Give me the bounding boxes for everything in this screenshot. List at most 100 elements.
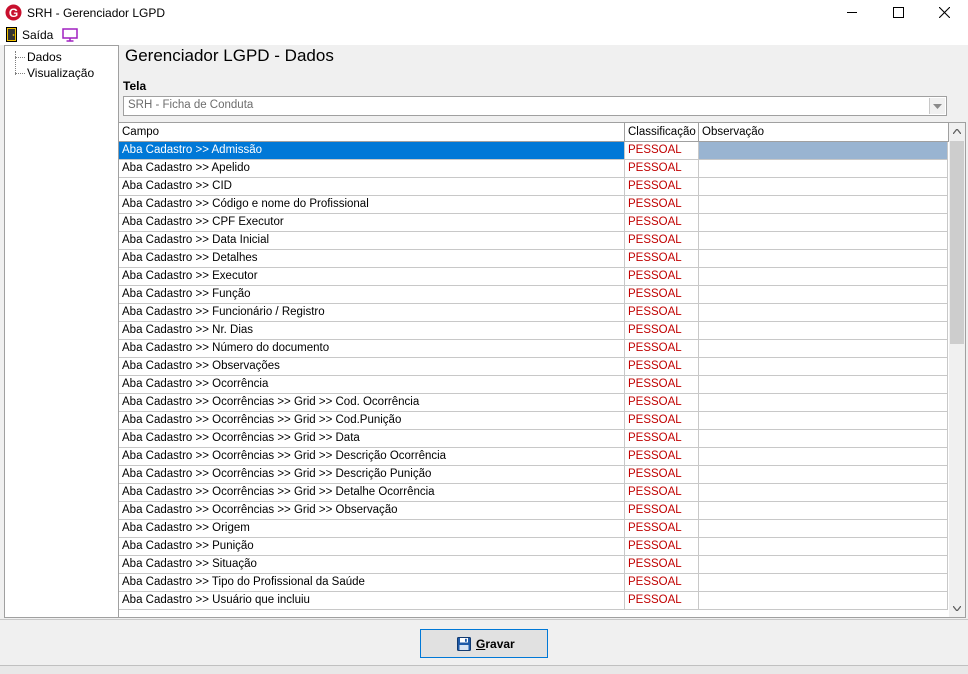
column-header-classificacao[interactable]: Classificação xyxy=(625,123,699,141)
cell-classificacao[interactable]: PESSOAL xyxy=(625,394,699,412)
column-header-observacao[interactable]: Observação xyxy=(699,123,949,141)
cell-classificacao[interactable]: PESSOAL xyxy=(625,322,699,340)
cell-classificacao[interactable]: PESSOAL xyxy=(625,448,699,466)
cell-observacao[interactable] xyxy=(699,520,948,538)
cell-campo[interactable]: Aba Cadastro >> Observações xyxy=(119,358,625,376)
cell-classificacao[interactable]: PESSOAL xyxy=(625,268,699,286)
table-row[interactable]: Aba Cadastro >> Tipo do Profissional da … xyxy=(119,574,949,592)
cell-observacao[interactable] xyxy=(699,412,948,430)
cell-campo[interactable]: Aba Cadastro >> Nr. Dias xyxy=(119,322,625,340)
exit-menu-item[interactable]: Saída xyxy=(22,28,53,42)
table-row[interactable]: Aba Cadastro >> Nr. Dias PESSOAL xyxy=(119,322,949,340)
cell-classificacao[interactable]: PESSOAL xyxy=(625,502,699,520)
cell-campo[interactable]: Aba Cadastro >> Função xyxy=(119,286,625,304)
cell-classificacao[interactable]: PESSOAL xyxy=(625,376,699,394)
cell-campo[interactable]: Aba Cadastro >> Ocorrências >> Grid >> C… xyxy=(119,412,625,430)
cell-campo[interactable]: Aba Cadastro >> Código e nome do Profiss… xyxy=(119,196,625,214)
table-row[interactable]: Aba Cadastro >> Observações PESSOAL xyxy=(119,358,949,376)
table-row[interactable]: Aba Cadastro >> Ocorrências >> Grid >> D… xyxy=(119,484,949,502)
cell-observacao[interactable] xyxy=(699,448,948,466)
table-row[interactable]: Aba Cadastro >> Origem PESSOAL xyxy=(119,520,949,538)
table-row[interactable]: Aba Cadastro >> Código e nome do Profiss… xyxy=(119,196,949,214)
cell-classificacao[interactable]: PESSOAL xyxy=(625,556,699,574)
cell-campo[interactable]: Aba Cadastro >> Ocorrências >> Grid >> D… xyxy=(119,466,625,484)
save-button[interactable]: Gravar xyxy=(420,629,548,658)
cell-classificacao[interactable]: PESSOAL xyxy=(625,340,699,358)
table-row[interactable]: Aba Cadastro >> Ocorrências >> Grid >> D… xyxy=(119,430,949,448)
vertical-scrollbar[interactable] xyxy=(949,123,965,617)
table-row[interactable]: Aba Cadastro >> Ocorrências >> Grid >> C… xyxy=(119,412,949,430)
cell-observacao[interactable] xyxy=(699,574,948,592)
cell-campo[interactable]: Aba Cadastro >> Detalhes xyxy=(119,250,625,268)
table-row[interactable]: Aba Cadastro >> CPF Executor PESSOAL xyxy=(119,214,949,232)
cell-classificacao[interactable]: PESSOAL xyxy=(625,592,699,610)
monitor-icon[interactable] xyxy=(62,28,78,42)
cell-classificacao[interactable]: PESSOAL xyxy=(625,538,699,556)
cell-classificacao[interactable]: PESSOAL xyxy=(625,430,699,448)
data-grid[interactable]: Campo Classificação Observação Aba Cadas… xyxy=(118,122,966,618)
cell-classificacao[interactable]: PESSOAL xyxy=(625,520,699,538)
cell-campo[interactable]: Aba Cadastro >> Ocorrências >> Grid >> D… xyxy=(119,448,625,466)
cell-classificacao[interactable]: PESSOAL xyxy=(625,250,699,268)
scroll-up-button[interactable] xyxy=(949,123,965,140)
tela-select[interactable]: SRH - Ficha de Conduta xyxy=(123,96,947,116)
cell-classificacao[interactable]: PESSOAL xyxy=(625,358,699,376)
cell-observacao[interactable] xyxy=(699,430,948,448)
cell-campo[interactable]: Aba Cadastro >> Punição xyxy=(119,538,625,556)
cell-campo[interactable]: Aba Cadastro >> Apelido xyxy=(119,160,625,178)
cell-observacao[interactable] xyxy=(699,142,948,160)
cell-classificacao[interactable]: PESSOAL xyxy=(625,412,699,430)
table-row[interactable]: Aba Cadastro >> Função PESSOAL xyxy=(119,286,949,304)
cell-campo[interactable]: Aba Cadastro >> Ocorrência xyxy=(119,376,625,394)
cell-classificacao[interactable]: PESSOAL xyxy=(625,232,699,250)
cell-observacao[interactable] xyxy=(699,484,948,502)
cell-observacao[interactable] xyxy=(699,196,948,214)
cell-observacao[interactable] xyxy=(699,592,948,610)
cell-classificacao[interactable]: PESSOAL xyxy=(625,196,699,214)
minimize-button[interactable] xyxy=(830,0,876,26)
cell-campo[interactable]: Aba Cadastro >> Usuário que incluiu xyxy=(119,592,625,610)
scroll-down-button[interactable] xyxy=(949,600,965,617)
cell-observacao[interactable] xyxy=(699,340,948,358)
cell-campo[interactable]: Aba Cadastro >> Ocorrências >> Grid >> O… xyxy=(119,502,625,520)
cell-observacao[interactable] xyxy=(699,322,948,340)
cell-classificacao[interactable]: PESSOAL xyxy=(625,178,699,196)
table-row[interactable]: Aba Cadastro >> Detalhes PESSOAL xyxy=(119,250,949,268)
cell-classificacao[interactable]: PESSOAL xyxy=(625,466,699,484)
cell-classificacao[interactable]: PESSOAL xyxy=(625,574,699,592)
cell-campo[interactable]: Aba Cadastro >> CID xyxy=(119,178,625,196)
cell-observacao[interactable] xyxy=(699,250,948,268)
cell-campo[interactable]: Aba Cadastro >> Origem xyxy=(119,520,625,538)
cell-campo[interactable]: Aba Cadastro >> Situação xyxy=(119,556,625,574)
cell-observacao[interactable] xyxy=(699,502,948,520)
cell-observacao[interactable] xyxy=(699,376,948,394)
scroll-thumb[interactable] xyxy=(950,141,964,344)
cell-campo[interactable]: Aba Cadastro >> CPF Executor xyxy=(119,214,625,232)
tela-dropdown-button[interactable] xyxy=(929,98,945,114)
sidebar-item-dados[interactable]: Dados xyxy=(5,49,117,65)
cell-observacao[interactable] xyxy=(699,214,948,232)
cell-campo[interactable]: Aba Cadastro >> Funcionário / Registro xyxy=(119,304,625,322)
cell-campo[interactable]: Aba Cadastro >> Número do documento xyxy=(119,340,625,358)
cell-campo[interactable]: Aba Cadastro >> Data Inicial xyxy=(119,232,625,250)
table-row[interactable]: Aba Cadastro >> Data Inicial PESSOAL xyxy=(119,232,949,250)
exit-door-icon[interactable] xyxy=(6,27,17,42)
table-row[interactable]: Aba Cadastro >> Usuário que incluiu PESSO… xyxy=(119,592,949,610)
table-row[interactable]: Aba Cadastro >> Punição PESSOAL xyxy=(119,538,949,556)
table-row[interactable]: Aba Cadastro >> CID PESSOAL xyxy=(119,178,949,196)
table-row[interactable]: Aba Cadastro >> Funcionário / Registro PE… xyxy=(119,304,949,322)
table-row[interactable]: Aba Cadastro >> Ocorrência PESSOAL xyxy=(119,376,949,394)
cell-observacao[interactable] xyxy=(699,178,948,196)
table-row[interactable]: Aba Cadastro >> Ocorrências >> Grid >> D… xyxy=(119,466,949,484)
cell-observacao[interactable] xyxy=(699,466,948,484)
cell-campo[interactable]: Aba Cadastro >> Ocorrências >> Grid >> C… xyxy=(119,394,625,412)
cell-classificacao[interactable]: PESSOAL xyxy=(625,484,699,502)
close-button[interactable] xyxy=(922,0,968,26)
cell-campo[interactable]: Aba Cadastro >> Ocorrências >> Grid >> D… xyxy=(119,484,625,502)
cell-observacao[interactable] xyxy=(699,538,948,556)
cell-classificacao[interactable]: PESSOAL xyxy=(625,286,699,304)
cell-classificacao[interactable]: PESSOAL xyxy=(625,214,699,232)
table-row[interactable]: Aba Cadastro >> Ocorrências >> Grid >> D… xyxy=(119,448,949,466)
column-header-campo[interactable]: Campo xyxy=(119,123,625,141)
cell-observacao[interactable] xyxy=(699,358,948,376)
